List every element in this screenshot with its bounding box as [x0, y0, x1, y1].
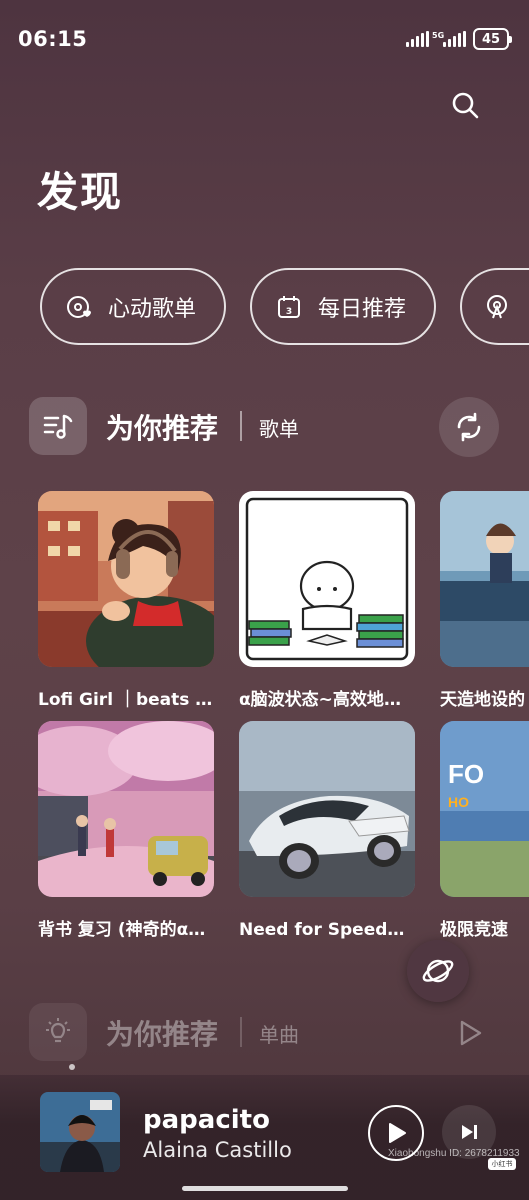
play-all-button[interactable]	[439, 1003, 499, 1063]
refresh-icon	[457, 412, 481, 442]
section-divider	[240, 1017, 242, 1047]
signal-strength-2-icon	[443, 31, 466, 47]
radio-icon	[484, 294, 510, 320]
battery-icon: 45	[473, 28, 512, 50]
section-title: 为你推荐	[106, 1018, 219, 1051]
next-icon	[462, 1125, 477, 1139]
playlist-title: 极限竞速	[440, 920, 508, 940]
section-divider	[240, 411, 242, 441]
watermark-badge: 小红书	[488, 1158, 516, 1170]
cherry-blossom-cover[interactable]	[38, 721, 214, 897]
playlist-card[interactable]: 背书 复习 (神奇的α脑波)	[38, 721, 214, 940]
album-art[interactable]	[40, 1092, 120, 1172]
race-car-cover[interactable]	[239, 721, 415, 897]
lofi-girl-cover[interactable]	[38, 491, 214, 667]
lightbulb-icon	[29, 1003, 87, 1061]
calendar-day-label: 3	[286, 307, 292, 317]
home-indicator[interactable]	[182, 1186, 348, 1191]
play-icon	[389, 1123, 406, 1143]
chip-radio[interactable]	[460, 268, 529, 345]
playlist-title: 天造地设的	[440, 690, 525, 710]
floating-planet-button[interactable]	[407, 940, 469, 1002]
playlist-grid: Lofi Girl ｜beats to relax/study to α脑波状态…	[38, 491, 529, 951]
playlist-card[interactable]: α脑波状态~高效地学习	[239, 491, 415, 710]
search-button[interactable]	[440, 80, 490, 130]
section-title: 为你推荐	[106, 412, 219, 445]
planet-icon	[422, 959, 454, 983]
quick-access-chips: 心动歌单 3 每日推荐	[40, 268, 529, 346]
section-dot-indicator	[69, 1064, 75, 1070]
section-subtitle: 歌单	[259, 417, 299, 441]
playlist-title: Lofi Girl ｜beats to relax/study to	[38, 690, 214, 710]
now-playing-artist: Alaina Castillo	[143, 1138, 292, 1162]
forza-cover-text: FO	[448, 759, 484, 789]
chip-heart-playlist[interactable]: 心动歌单	[40, 268, 226, 345]
doodle-study-cover[interactable]	[239, 491, 415, 667]
playlist-card[interactable]: Lofi Girl ｜beats to relax/study to	[38, 491, 214, 710]
refresh-button[interactable]	[439, 397, 499, 457]
page-title: 发现	[37, 168, 123, 216]
chip-label: 心动歌单	[108, 296, 197, 322]
calendar-icon: 3	[276, 294, 302, 320]
chip-label: 每日推荐	[318, 296, 407, 322]
now-playing-title: papacito	[143, 1105, 270, 1135]
status-bar: 06:15 5G 45	[0, 0, 529, 80]
section-subtitle: 单曲	[259, 1023, 299, 1047]
forza-cover-text-2: HO	[448, 794, 469, 810]
playlist-title: α脑波状态~高效地学习	[239, 690, 415, 710]
playlist-section-header: 为你推荐 歌单	[29, 397, 499, 457]
signal-strength-icon	[406, 31, 429, 47]
playlist-title: 背书 复习 (神奇的α脑波)	[38, 920, 214, 940]
piano-anime-cover[interactable]	[440, 491, 529, 667]
play-outline-icon	[460, 1020, 482, 1046]
status-time: 06:15	[18, 27, 88, 51]
heart-disc-icon	[66, 294, 92, 320]
playlist-title: Need for Speed极品飞车	[239, 920, 415, 940]
playlist-music-icon	[29, 397, 87, 455]
playlist-card[interactable]: 天造地设的	[440, 491, 529, 710]
forza-cover[interactable]: FO HO	[440, 721, 529, 897]
songs-section-header: 为你推荐 单曲	[29, 1003, 499, 1063]
playlist-card[interactable]: FO HO 极限竞速	[440, 721, 529, 940]
playlist-card[interactable]: Need for Speed极品飞车	[239, 721, 415, 940]
chip-daily-recommend[interactable]: 3 每日推荐	[250, 268, 436, 345]
mini-player[interactable]: papacito Alaina Castillo	[0, 1075, 529, 1200]
search-icon	[452, 92, 479, 119]
